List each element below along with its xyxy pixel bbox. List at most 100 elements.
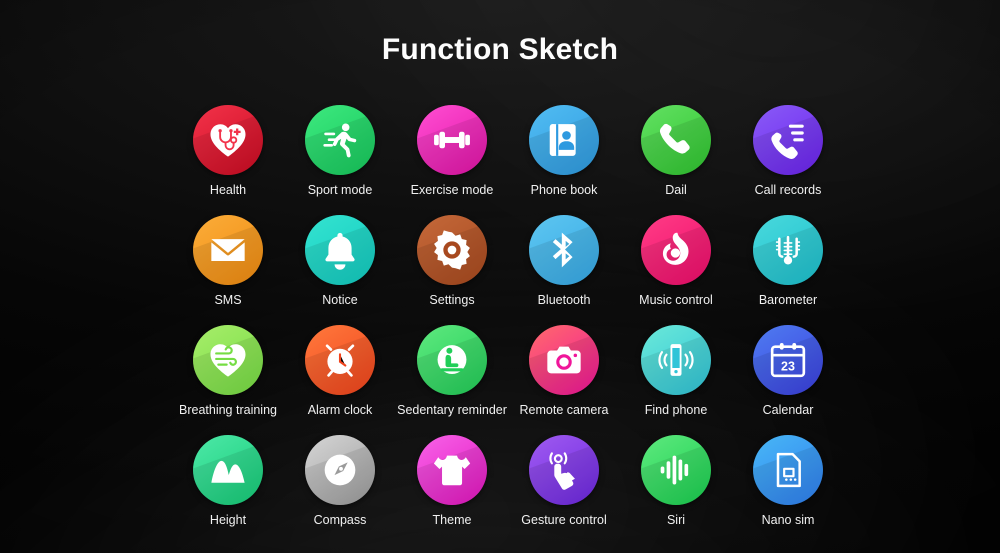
icon-label: SMS: [214, 293, 242, 307]
icon-container[interactable]: [641, 325, 711, 395]
function-item-sms[interactable]: SMS: [172, 215, 284, 325]
icon-container[interactable]: [305, 105, 375, 175]
icon-label: Call records: [754, 183, 822, 197]
icon-label: Height: [209, 513, 247, 527]
function-item-music-control[interactable]: Music control: [620, 215, 732, 325]
icon-container[interactable]: [417, 215, 487, 285]
icon-container[interactable]: [641, 215, 711, 285]
icon-container[interactable]: [753, 215, 823, 285]
icon-container[interactable]: [417, 325, 487, 395]
envelope-icon: [193, 215, 263, 285]
svg-text:23: 23: [781, 359, 795, 373]
bluetooth-icon: [529, 215, 599, 285]
icon-container[interactable]: [305, 325, 375, 395]
function-item-health[interactable]: Health: [172, 105, 284, 215]
function-item-height[interactable]: Height: [172, 435, 284, 545]
call-log-icon: [753, 105, 823, 175]
function-item-alarm-clock[interactable]: Alarm clock: [284, 325, 396, 435]
function-item-barometer[interactable]: Barometer: [732, 215, 844, 325]
function-item-breathing-training[interactable]: Breathing training: [172, 325, 284, 435]
function-item-sport-mode[interactable]: Sport mode: [284, 105, 396, 215]
icon-container[interactable]: [641, 435, 711, 505]
bell-icon: [305, 215, 375, 285]
icon-container[interactable]: [529, 215, 599, 285]
icon-label: Gesture control: [521, 513, 607, 527]
icon-label: Settings: [429, 293, 475, 307]
icon-container[interactable]: [417, 435, 487, 505]
icon-label: Sedentary reminder: [397, 403, 507, 417]
function-item-nano-sim[interactable]: Nano sim: [732, 435, 844, 545]
icon-label: Health: [209, 183, 247, 197]
alarm-clock-icon: [305, 325, 375, 395]
icon-label: Calendar: [762, 403, 814, 417]
icon-container[interactable]: 23: [753, 325, 823, 395]
function-item-compass[interactable]: Compass: [284, 435, 396, 545]
function-sketch-page: Function Sketch Health Sport mode Exercise…: [0, 0, 1000, 553]
function-item-find-phone[interactable]: Find phone: [620, 325, 732, 435]
function-item-notice[interactable]: Notice: [284, 215, 396, 325]
icon-label: Barometer: [758, 293, 818, 307]
page-title: Function Sketch: [381, 33, 619, 66]
function-item-calendar[interactable]: 23 Calendar: [732, 325, 844, 435]
icon-label: Find phone: [644, 403, 708, 417]
function-item-sedentary-reminder[interactable]: Sedentary reminder: [396, 325, 508, 435]
icon-container[interactable]: [305, 435, 375, 505]
icon-container[interactable]: [193, 435, 263, 505]
icon-label: Breathing training: [179, 403, 277, 417]
icon-label: Siri: [666, 513, 686, 527]
dumbbell-icon: [417, 105, 487, 175]
icon-container[interactable]: [529, 435, 599, 505]
music-note-icon: [641, 215, 711, 285]
icon-container[interactable]: [753, 105, 823, 175]
contact-book-icon: [529, 105, 599, 175]
icon-container[interactable]: [753, 435, 823, 505]
function-item-theme[interactable]: Theme: [396, 435, 508, 545]
icon-container[interactable]: [529, 325, 599, 395]
function-item-call-records[interactable]: Call records: [732, 105, 844, 215]
vibrating-phone-icon: [641, 325, 711, 395]
heart-stethoscope-icon: [193, 105, 263, 175]
voice-waveform-icon: [641, 435, 711, 505]
icon-container[interactable]: [193, 105, 263, 175]
camera-icon: [529, 325, 599, 395]
function-item-bluetooth[interactable]: Bluetooth: [508, 215, 620, 325]
icon-container[interactable]: [529, 105, 599, 175]
sim-card-icon: [753, 435, 823, 505]
icon-label: Sport mode: [307, 183, 373, 197]
icon-label: Alarm clock: [307, 403, 373, 417]
icon-label: Dail: [665, 183, 687, 197]
compass-icon: [305, 435, 375, 505]
icon-label: Nano sim: [761, 513, 815, 527]
function-item-phone-book[interactable]: Phone book: [508, 105, 620, 215]
mountains-icon: [193, 435, 263, 505]
function-item-dail[interactable]: Dail: [620, 105, 732, 215]
icon-container[interactable]: [641, 105, 711, 175]
tap-gesture-icon: [529, 435, 599, 505]
function-item-gesture-control[interactable]: Gesture control: [508, 435, 620, 545]
running-person-icon: [305, 105, 375, 175]
icon-label: Notice: [322, 293, 358, 307]
icon-label: Remote camera: [519, 403, 609, 417]
function-item-siri[interactable]: Siri: [620, 435, 732, 545]
function-item-exercise-mode[interactable]: Exercise mode: [396, 105, 508, 215]
gear-icon: [417, 215, 487, 285]
icon-label: Compass: [313, 513, 367, 527]
icon-label: Phone book: [530, 183, 598, 197]
icon-container[interactable]: [417, 105, 487, 175]
icon-container[interactable]: [193, 325, 263, 395]
function-icon-grid: Health Sport mode Exercise mode Phone book D…: [172, 105, 844, 545]
phone-handset-icon: [641, 105, 711, 175]
icon-container[interactable]: [193, 215, 263, 285]
icon-label: Theme: [432, 513, 472, 527]
function-item-remote-camera[interactable]: Remote camera: [508, 325, 620, 435]
barometer-gauge-icon: [753, 215, 823, 285]
seated-person-icon: [417, 325, 487, 395]
icon-label: Bluetooth: [537, 293, 591, 307]
calendar-icon: 23: [753, 325, 823, 395]
icon-container[interactable]: [305, 215, 375, 285]
function-item-settings[interactable]: Settings: [396, 215, 508, 325]
heart-wind-icon: [193, 325, 263, 395]
icon-label: Music control: [639, 293, 713, 307]
icon-label: Exercise mode: [410, 183, 494, 197]
tshirt-icon: [417, 435, 487, 505]
